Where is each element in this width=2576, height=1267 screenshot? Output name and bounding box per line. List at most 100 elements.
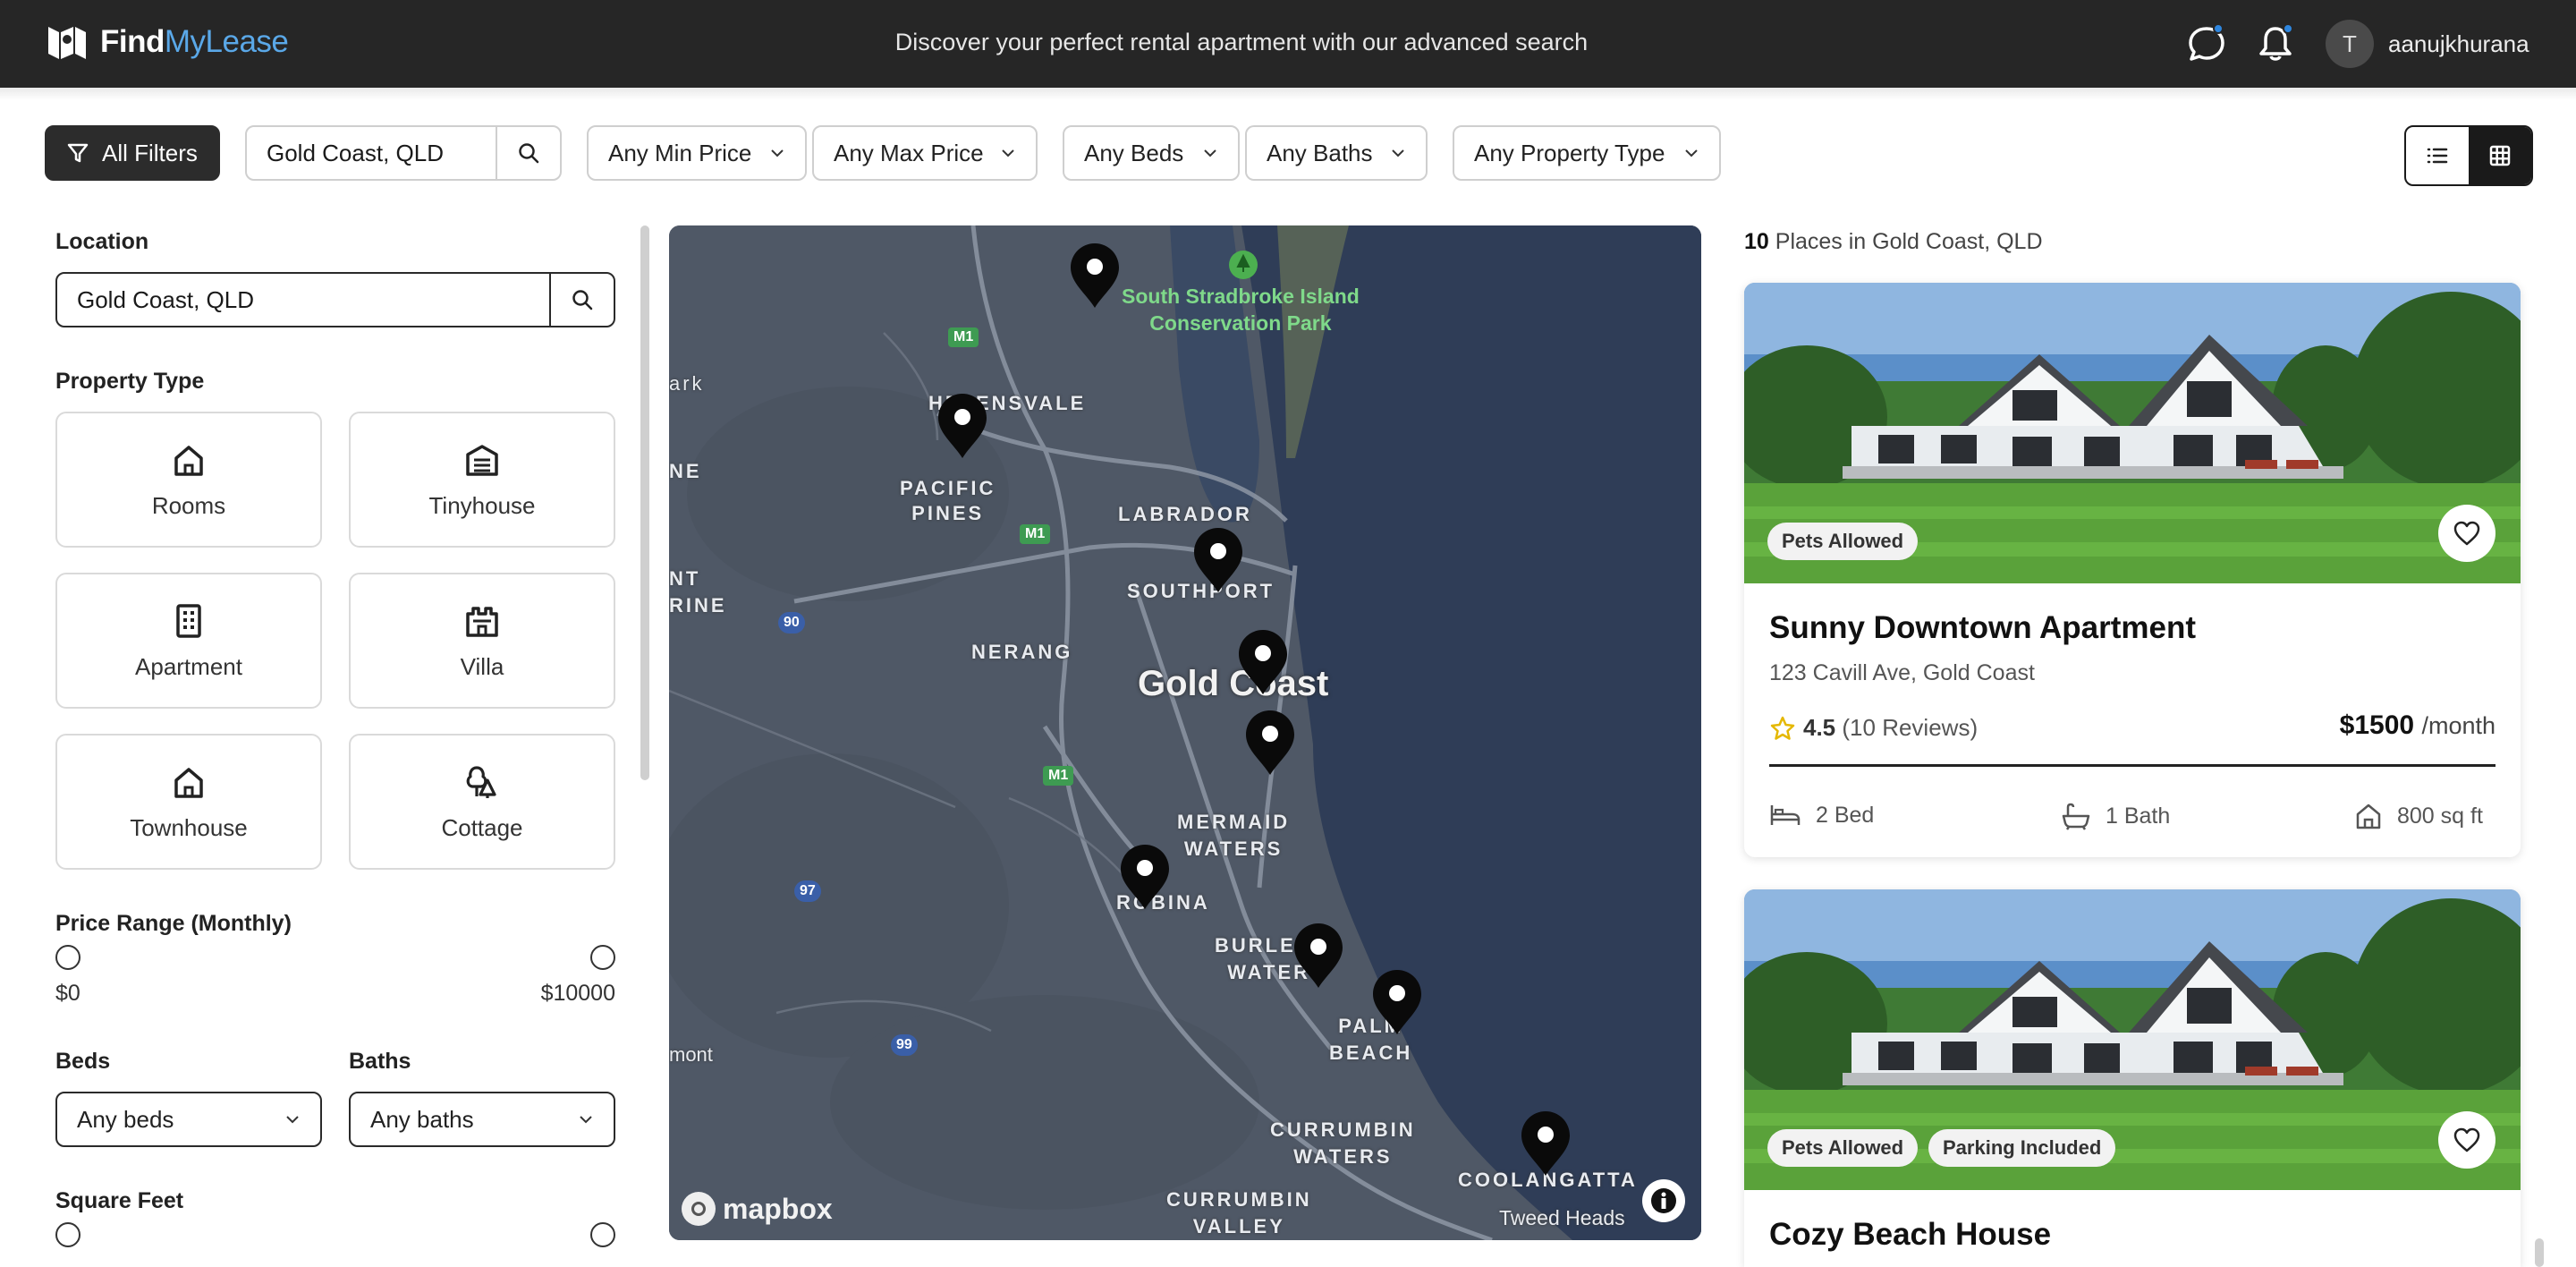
star-icon [1770, 716, 1795, 740]
chevron-down-icon [1002, 149, 1014, 157]
location-input[interactable]: Gold Coast, QLD [57, 274, 551, 326]
listing-title[interactable]: Sunny Downtown Apartment [1769, 610, 2196, 646]
search-icon [572, 290, 593, 310]
bell-notification-dot [2283, 23, 2293, 34]
listing-photo[interactable]: Pets Allowed Parking Included [1744, 889, 2521, 1190]
sidebar-scrollbar[interactable] [640, 225, 649, 780]
amenity-baths: 1 Bath [2061, 802, 2170, 830]
listing-rating: 4.5 (10 Reviews) [1769, 714, 1978, 742]
heart-icon [2453, 1127, 2480, 1152]
favorite-button[interactable] [2438, 1111, 2496, 1169]
property-type-rooms[interactable]: Rooms [55, 412, 322, 548]
results-scrollbar[interactable] [2535, 1238, 2544, 1267]
property-type-dropdown[interactable]: Any Property Type [1453, 125, 1721, 181]
bed-icon [1770, 805, 1801, 825]
min-price-dropdown[interactable]: Any Min Price [587, 125, 807, 181]
property-type-cottage[interactable]: Cottage [349, 734, 615, 870]
price-range-label: Price Range (Monthly) [55, 911, 292, 936]
listing-price: $1500 /month [2339, 710, 2496, 740]
header-shadow [0, 88, 2576, 100]
trees-icon [466, 765, 496, 798]
map-marker[interactable] [1246, 710, 1294, 775]
chevron-down-icon [771, 149, 784, 157]
property-type-tinyhouse[interactable]: Tinyhouse [349, 412, 615, 548]
property-type-apartment[interactable]: Apartment [55, 573, 322, 709]
review-count: (10 Reviews) [1842, 714, 1979, 741]
chevron-down-icon [580, 1116, 592, 1124]
listing-card[interactable]: Pets Allowed Parking Included Cozy Beach… [1744, 889, 2521, 1267]
property-type-townhouse[interactable]: Townhouse [55, 734, 322, 870]
username[interactable]: aanujkhurana [2388, 30, 2529, 58]
sqft-min-handle[interactable] [55, 1222, 80, 1247]
card-divider [1769, 764, 2496, 767]
location-search[interactable]: Gold Coast, QLD [55, 272, 615, 327]
max-price-label: Any Max Price [834, 139, 984, 166]
avatar[interactable]: T [2326, 20, 2374, 68]
badge-parking-included: Parking Included [1928, 1129, 2116, 1167]
map-info-button[interactable] [1642, 1179, 1685, 1222]
filter-icon [67, 143, 89, 163]
listing-card[interactable]: Pets Allowed Sunny Downtown Apartment 12… [1744, 283, 2521, 857]
map-marker[interactable] [1294, 923, 1343, 988]
top-navbar: FindMyLease Discover your perfect rental… [0, 0, 2576, 88]
beds-label: Beds [55, 1049, 111, 1074]
grid-icon [2489, 145, 2511, 166]
filter-bar: All Filters Gold Coast, QLD Any Min Pric… [0, 125, 2576, 186]
mapbox-logo[interactable]: mapbox [682, 1192, 833, 1226]
results-count: 10 Places in Gold Coast, QLD [1744, 229, 2043, 254]
property-type-label: Any Property Type [1474, 139, 1665, 166]
min-price-label: Any Min Price [608, 139, 752, 166]
favorite-button[interactable] [2438, 505, 2496, 562]
filter-sidebar: Location Gold Coast, QLD Property Type R… [55, 224, 615, 1267]
map-marker[interactable] [938, 394, 987, 458]
top-search-button[interactable] [497, 127, 560, 179]
info-icon [1651, 1188, 1676, 1213]
baths-label: Any Baths [1267, 139, 1373, 166]
price-max-handle[interactable] [590, 945, 615, 970]
map-marker[interactable] [1373, 970, 1421, 1034]
map-marker[interactable] [1071, 243, 1119, 308]
building-icon [176, 603, 201, 638]
list-view-button[interactable] [2406, 127, 2469, 184]
chevron-down-icon [1204, 149, 1216, 157]
listing-title[interactable]: Cozy Beach House [1769, 1217, 2051, 1253]
all-filters-button[interactable]: All Filters [45, 125, 220, 181]
badge-pets-allowed: Pets Allowed [1767, 1129, 1919, 1167]
property-type-name: Cottage [441, 813, 523, 841]
square-feet-label: Square Feet [55, 1188, 184, 1213]
beds-select[interactable]: Any beds [55, 1092, 322, 1147]
map-marker[interactable] [1121, 845, 1169, 909]
list-icon [2427, 148, 2448, 164]
top-search-input[interactable]: Gold Coast, QLD [247, 127, 497, 179]
baths-dropdown[interactable]: Any Baths [1245, 125, 1428, 181]
badge-pets-allowed: Pets Allowed [1767, 523, 1919, 560]
chevron-down-icon [286, 1116, 299, 1124]
castle-icon [466, 606, 498, 637]
location-search-button[interactable] [551, 274, 614, 326]
max-price-dropdown[interactable]: Any Max Price [812, 125, 1038, 181]
top-search-box[interactable]: Gold Coast, QLD [245, 125, 562, 181]
house-icon [174, 445, 203, 476]
grid-view-button[interactable] [2469, 127, 2531, 184]
listing-address: 123 Cavill Ave, Gold Coast [1769, 660, 2035, 685]
property-type-villa[interactable]: Villa [349, 573, 615, 709]
map-marker[interactable] [1239, 630, 1287, 694]
baths-select[interactable]: Any baths [349, 1092, 615, 1147]
beds-select-value: Any beds [77, 1105, 174, 1133]
baths-select-value: Any baths [370, 1105, 474, 1133]
map-marker[interactable] [1194, 528, 1242, 592]
sqft-max-handle[interactable] [590, 1222, 615, 1247]
map-marker[interactable] [1521, 1111, 1570, 1176]
baths-label: Baths [349, 1049, 411, 1074]
price-min-value: $0 [55, 981, 80, 1006]
rating-value: 4.5 [1803, 714, 1836, 741]
map-view[interactable]: South Stradbroke Island Conservation Park… [669, 225, 1701, 1240]
house-icon [2356, 804, 2381, 829]
beds-dropdown[interactable]: Any Beds [1063, 125, 1240, 181]
house-icon [174, 767, 203, 798]
price-min-handle[interactable] [55, 945, 80, 970]
listing-photo[interactable]: Pets Allowed [1744, 283, 2521, 583]
tagline: Discover your perfect rental apartment w… [894, 29, 1589, 55]
amenity-beds: 2 Bed [1769, 802, 1874, 829]
property-type-name: Rooms [151, 491, 226, 519]
